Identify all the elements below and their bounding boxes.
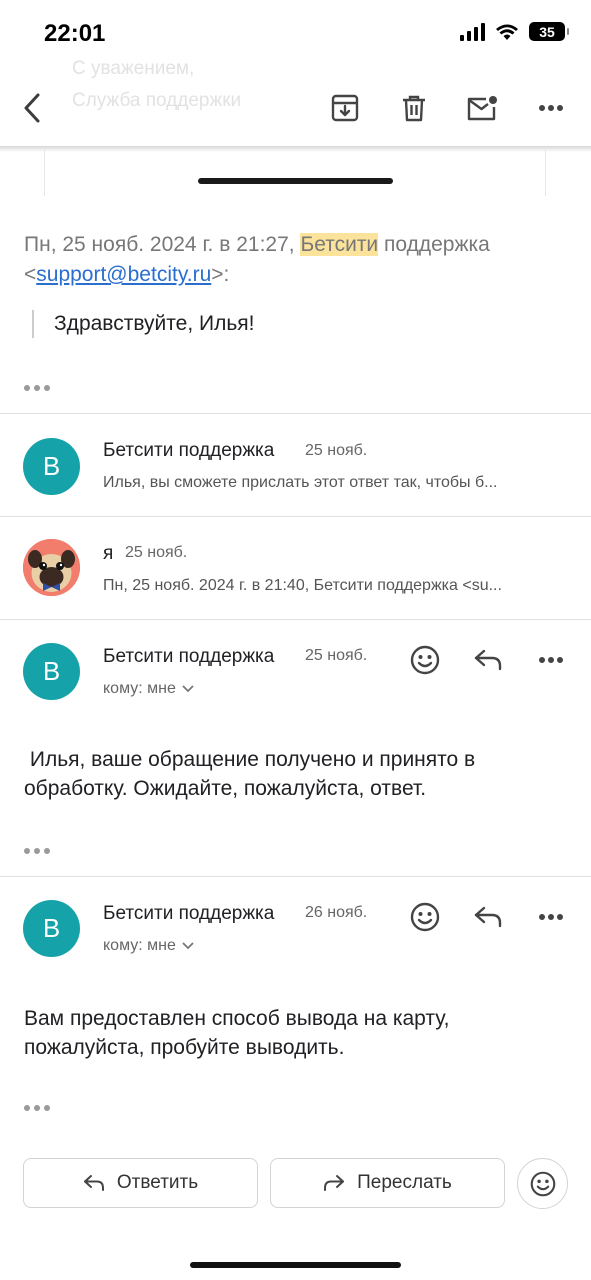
- mail-unread-icon: [467, 96, 497, 121]
- back-button[interactable]: [12, 88, 52, 128]
- mark-unread-button[interactable]: [462, 88, 502, 128]
- sheet-handle[interactable]: [198, 178, 393, 184]
- email-link[interactable]: support@betcity.ru: [36, 263, 211, 286]
- divider: [0, 876, 591, 877]
- show-trimmed-button[interactable]: [24, 846, 50, 856]
- message-date: 25 нояб.: [125, 544, 188, 561]
- quoted-header: Пн, 25 нояб. 2024 г. в 21:27, Бетсити по…: [24, 230, 574, 290]
- chevron-down-icon: [182, 685, 194, 693]
- emoji-smile-icon: [530, 1171, 555, 1196]
- battery-icon: 35: [529, 22, 569, 41]
- emoji-smile-icon: [410, 902, 440, 932]
- archive-icon: [331, 94, 359, 122]
- quoted-date: Пн, 25 нояб. 2024 г. в 21:27,: [24, 233, 301, 256]
- status-time: 22:01: [44, 20, 106, 47]
- add-reaction-button[interactable]: [405, 640, 445, 680]
- toolbar: [0, 66, 591, 150]
- message-more-button[interactable]: [531, 640, 571, 680]
- sender-name: я: [103, 543, 114, 564]
- message-snippet: Пн, 25 нояб. 2024 г. в 21:40, Бетсити по…: [103, 577, 502, 594]
- message-more-button[interactable]: [531, 897, 571, 937]
- more-horizontal-icon: [539, 914, 563, 920]
- avatar: [23, 539, 80, 596]
- avatar: B: [23, 900, 80, 957]
- add-reaction-button[interactable]: [517, 1158, 568, 1209]
- recipients-label: кому: мне: [103, 937, 176, 954]
- recipients-toggle[interactable]: кому: мне: [103, 680, 194, 698]
- cellular-signal-icon: [460, 22, 485, 41]
- show-trimmed-button[interactable]: [24, 383, 50, 393]
- delete-button[interactable]: [394, 88, 434, 128]
- more-horizontal-icon: [539, 105, 563, 111]
- reply-button[interactable]: [468, 640, 508, 680]
- forward-label: Переслать: [357, 1172, 452, 1193]
- reply-icon: [83, 1175, 104, 1191]
- trash-icon: [403, 95, 425, 122]
- chevron-down-icon: [182, 942, 194, 950]
- recipients-toggle[interactable]: кому: мне: [103, 937, 194, 955]
- quote-card-border: [545, 150, 546, 196]
- message-snippet: Илья, вы сможете прислать этот ответ так…: [103, 474, 498, 491]
- status-icons: 35: [460, 22, 569, 41]
- search-highlight: Бетсити: [300, 233, 379, 256]
- avatar: B: [23, 643, 80, 700]
- toolbar-shadow: [0, 146, 591, 152]
- emoji-smile-icon: [410, 645, 440, 675]
- divider: [0, 413, 591, 414]
- divider: [0, 516, 591, 517]
- quoted-gt: >:: [211, 263, 230, 286]
- message-date: 25 нояб.: [305, 647, 368, 664]
- avatar: B: [23, 438, 80, 495]
- chevron-left-icon: [24, 93, 40, 123]
- quoted-body: Здравствуйте, Илья!: [32, 310, 254, 338]
- message-body: Илья, ваше обращение получено и принято …: [24, 748, 482, 800]
- archive-button[interactable]: [325, 88, 365, 128]
- pug-avatar-image: [23, 539, 80, 596]
- home-indicator: [190, 1262, 401, 1268]
- quoted-lt: <: [24, 263, 37, 286]
- message-date: 26 нояб.: [305, 904, 368, 921]
- reply-action-button[interactable]: Ответить: [23, 1158, 258, 1208]
- recipients-label: кому: мне: [103, 680, 176, 697]
- message-date: 25 нояб.: [305, 442, 368, 459]
- more-options-button[interactable]: [531, 88, 571, 128]
- sender-name: Бетсити поддержка: [103, 903, 275, 924]
- quoted-sender: поддержка: [378, 233, 490, 256]
- divider: [0, 619, 591, 620]
- forward-icon: [324, 1175, 345, 1191]
- reply-icon: [474, 649, 502, 671]
- more-horizontal-icon: [539, 657, 563, 663]
- reply-icon: [474, 906, 502, 928]
- sender-name: Бетсити поддержка: [103, 646, 275, 667]
- sender-name: Бетсити поддержка: [103, 440, 275, 461]
- reply-button[interactable]: [468, 897, 508, 937]
- reply-label: Ответить: [116, 1172, 199, 1193]
- wifi-icon: [496, 24, 518, 40]
- message-body: Вам предоставлен способ вывода на карту,…: [24, 1007, 450, 1059]
- show-trimmed-button[interactable]: [24, 1103, 50, 1113]
- forward-action-button[interactable]: Переслать: [270, 1158, 505, 1208]
- quote-card-border: [44, 150, 45, 196]
- add-reaction-button[interactable]: [405, 897, 445, 937]
